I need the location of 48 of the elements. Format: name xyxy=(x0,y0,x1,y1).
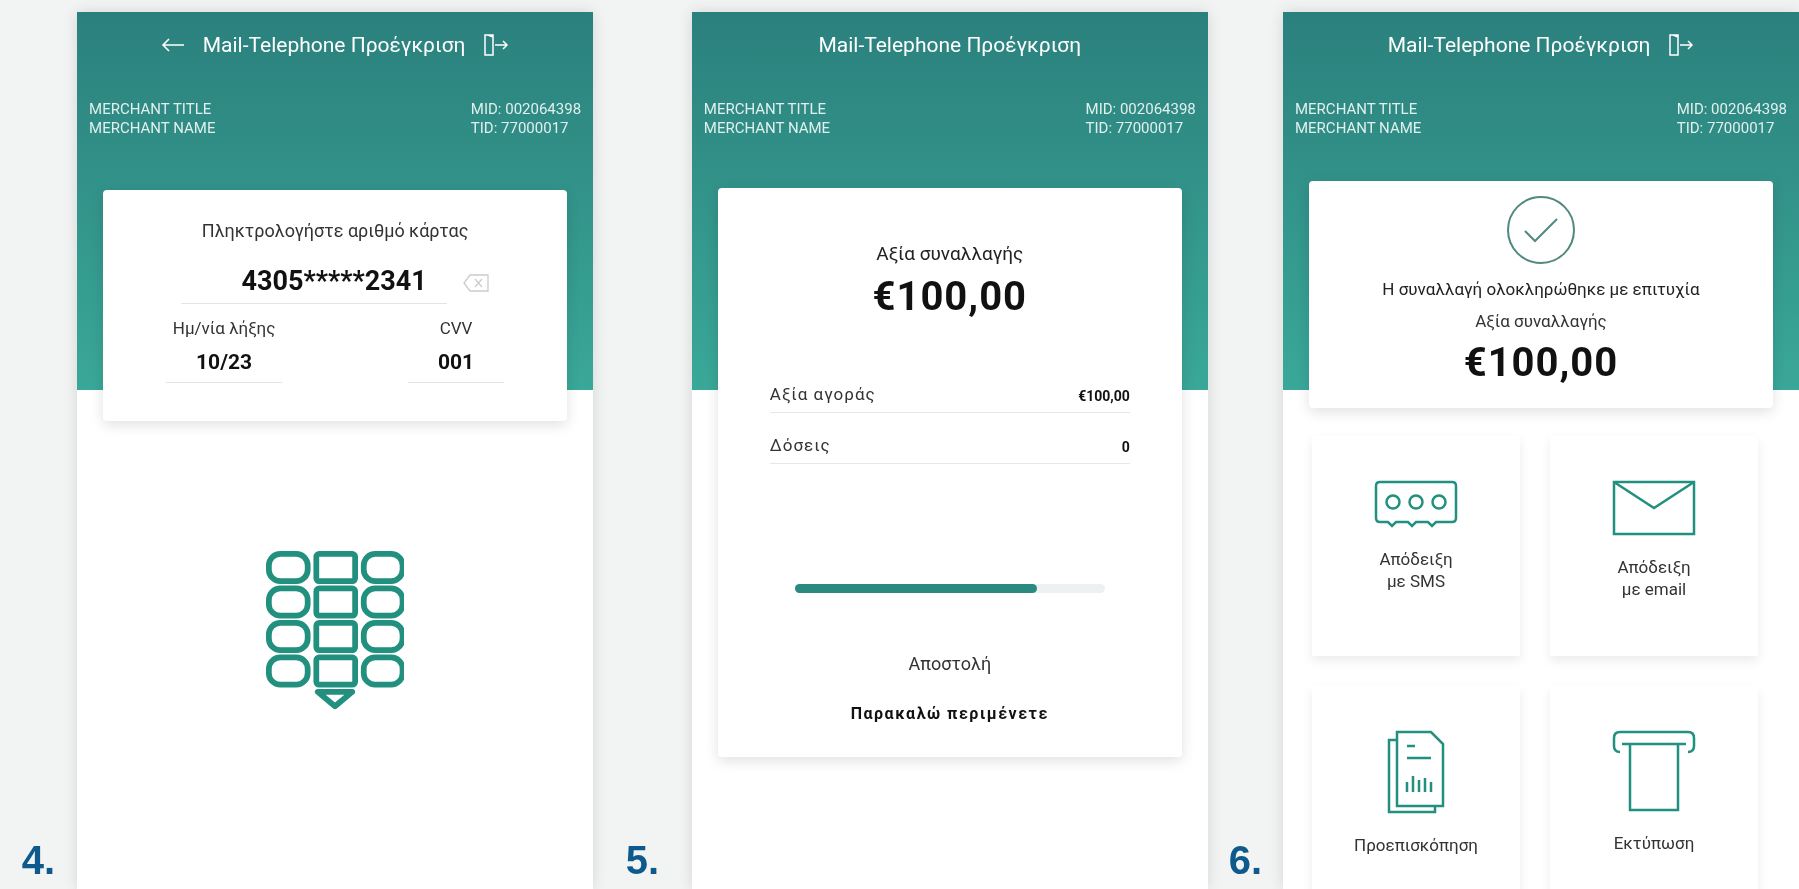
document-chart-icon xyxy=(1385,730,1447,814)
transaction-amount: €100,00 xyxy=(872,273,1028,320)
logout-button[interactable] xyxy=(483,33,510,57)
merchant-title: MERCHANT TITLE xyxy=(1295,100,1419,119)
cvv-field[interactable]: 001 xyxy=(407,348,505,383)
row-value: €100,00 xyxy=(1078,388,1130,404)
row-label: Αξία αγοράς xyxy=(769,384,876,404)
amount-label: Αξία συναλλαγής xyxy=(1475,311,1607,331)
receipt-option[interactable]: Απόδειξη με email xyxy=(1550,436,1758,656)
expiry-field[interactable]: 10/23 xyxy=(166,348,283,383)
card-number-field[interactable]: 4305*****2341 xyxy=(181,261,447,304)
terminal-id: TID: 77000017 xyxy=(1085,119,1185,138)
envelope-icon xyxy=(1612,480,1696,536)
status-text: Αποστολή xyxy=(908,653,992,674)
row-value: 0 xyxy=(1121,439,1130,455)
printer-icon xyxy=(1612,730,1696,812)
amount-label: Αξία συναλλαγής xyxy=(876,242,1024,265)
back-button[interactable] xyxy=(160,37,185,53)
step-number: 5. xyxy=(625,838,660,883)
row-label: Δόσεις xyxy=(769,435,831,455)
chat-bubble-icon xyxy=(1374,480,1458,528)
merchant-title: MERCHANT TITLE xyxy=(703,100,827,119)
screen-title: Mail-Telephone Προέγκριση xyxy=(202,33,466,57)
merchant-name: MERCHANT NAME xyxy=(1295,119,1422,138)
receipt-option[interactable]: Εκτύπωση xyxy=(1550,686,1758,889)
transaction-amount: €100,00 xyxy=(1463,339,1619,386)
terminal-id: TID: 77000017 xyxy=(1676,119,1776,138)
logout-button[interactable] xyxy=(1668,33,1695,57)
merchant-id: MID: 002064398 xyxy=(470,100,582,119)
merchant-name: MERCHANT NAME xyxy=(89,119,216,138)
screen-title: Mail-Telephone Προέγκριση xyxy=(1387,33,1651,57)
keypad-icon xyxy=(266,551,405,712)
receipt-option[interactable]: Προεπισκόπηση xyxy=(1312,686,1520,889)
expiry-label: Ημ/νία λήξης xyxy=(172,318,276,338)
step-number: 4. xyxy=(21,838,56,883)
cvv-label: CVV xyxy=(439,318,473,338)
card-number-prompt: Πληκτρολογήστε αριθμό κάρτας xyxy=(201,220,469,241)
success-message: Η συναλλαγή ολοκληρώθηκε με επιτυχία xyxy=(1382,279,1700,299)
merchant-title: MERCHANT TITLE xyxy=(89,100,213,119)
wait-message: Παρακαλώ περιμένετε xyxy=(850,704,1049,723)
screen-title: Mail-Telephone Προέγκριση xyxy=(818,33,1082,57)
step-number: 6. xyxy=(1228,838,1263,883)
check-circle-icon xyxy=(1506,195,1576,265)
receipt-option[interactable]: Απόδειξη με SMS xyxy=(1312,436,1520,656)
merchant-name: MERCHANT NAME xyxy=(703,119,831,138)
merchant-id: MID: 002064398 xyxy=(1085,100,1196,119)
merchant-id: MID: 002064398 xyxy=(1676,100,1787,119)
terminal-id: TID: 77000017 xyxy=(470,119,570,138)
